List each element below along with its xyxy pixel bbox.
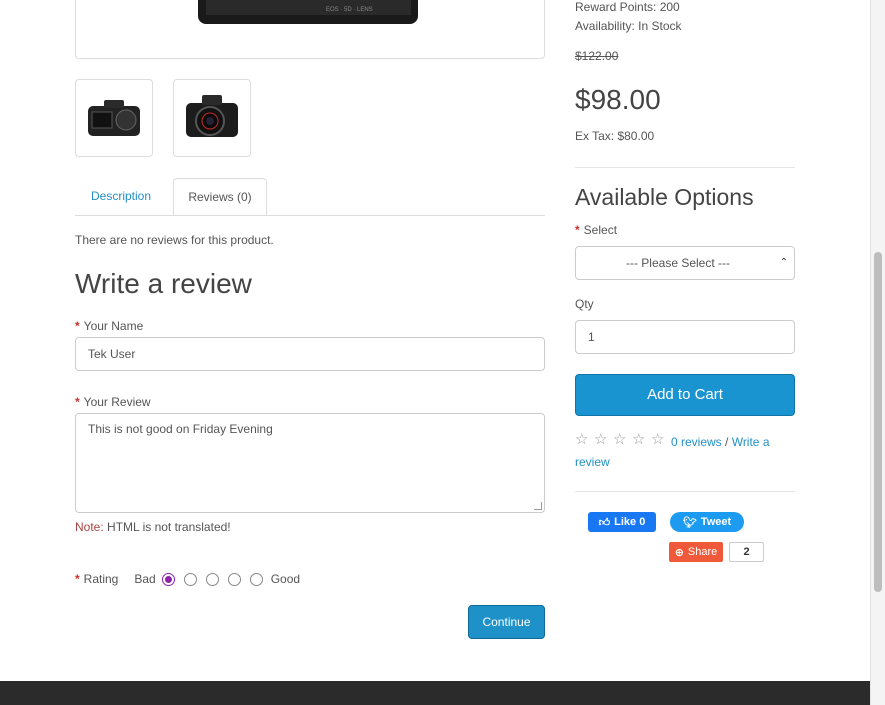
rating-radio-4[interactable] [227, 572, 241, 586]
review-textarea[interactable]: This is not good on Friday Evening [75, 413, 545, 513]
divider [575, 491, 795, 492]
review-label: * Your Review [75, 395, 151, 409]
share-count: 2 [729, 542, 764, 562]
required-marker: * [75, 395, 80, 409]
product-thumbnail-back[interactable] [75, 79, 153, 157]
share-label: Share [687, 546, 718, 558]
select-label: * Select [575, 223, 617, 237]
name-label: * Your Name [75, 319, 143, 333]
availability: Availability: In Stock [575, 19, 682, 33]
camera-back-image [88, 100, 140, 136]
divider [575, 167, 795, 168]
price: $98.00 [575, 84, 661, 115]
facebook-like-label: Like 0 [614, 516, 646, 528]
required-marker: * [75, 319, 80, 333]
add-to-cart-button[interactable]: Add to Cart [575, 374, 795, 416]
qty-input[interactable]: 1 [575, 320, 795, 354]
option-select-value: --- Please Select --- [625, 256, 731, 270]
thumbs-up-icon: 👍︎ [598, 516, 611, 529]
review-textarea-value: This is not good on Friday Evening [88, 422, 273, 436]
note-text: HTML is not translated! [103, 520, 231, 534]
rating-row: * Rating Bad Good [75, 570, 300, 588]
write-review-heading: Write a review [75, 268, 252, 299]
twitter-bird-icon: 🐦︎ [682, 516, 697, 529]
tab-reviews[interactable]: Reviews (0) [173, 178, 267, 216]
review-links: 0 reviews / Write a review [575, 432, 795, 472]
rating-radio-2[interactable] [183, 572, 197, 586]
qty-label: Qty [575, 297, 594, 311]
links-separator: / [721, 435, 732, 449]
camera-front-image [186, 95, 238, 137]
product-thumbnail-front[interactable] [173, 79, 251, 157]
html-note: Note: HTML is not translated! [75, 520, 231, 534]
share-button[interactable]: ⊕ Share [669, 542, 723, 562]
rating-label: Rating [83, 572, 119, 586]
tweet-button[interactable]: 🐦︎ Tweet [670, 512, 744, 532]
share-plus-icon: ⊕ [674, 546, 684, 559]
select-label-text: Select [583, 223, 618, 237]
continue-button[interactable]: Continue [468, 605, 545, 639]
tab-description[interactable]: Description [75, 178, 167, 216]
resize-handle-icon[interactable] [534, 502, 542, 510]
chevron-down-icon: ⌃ [779, 257, 788, 268]
rating-radio-3[interactable] [205, 572, 219, 586]
review-label-text: Your Review [83, 395, 151, 409]
page-footer [0, 681, 870, 705]
scrollbar-thumb[interactable] [874, 252, 882, 592]
svg-text:EOS · 5D · LENS: EOS · 5D · LENS [326, 7, 373, 13]
facebook-like-button[interactable]: 👍︎ Like 0 [588, 512, 656, 532]
reward-points: Reward Points: 200 [575, 0, 680, 14]
ex-tax-price: Ex Tax: $80.00 [575, 129, 655, 143]
tabs-divider [75, 215, 545, 216]
reviews-count-link[interactable]: 0 reviews [671, 435, 722, 449]
main-product-image[interactable]: EOS · 5D · LENS [75, 0, 545, 59]
rating-radio-5[interactable] [249, 572, 263, 586]
available-options-heading: Available Options [575, 184, 754, 210]
required-marker: * [575, 223, 580, 237]
option-select[interactable]: --- Please Select --- ⌃ [575, 246, 795, 280]
tweet-label: Tweet [700, 516, 732, 528]
old-price: $122.00 [575, 49, 619, 63]
name-input[interactable]: Tek User [75, 337, 545, 371]
no-reviews-text: There are no reviews for this product. [75, 233, 274, 247]
note-prefix: Note: [75, 520, 104, 534]
required-marker: * [75, 572, 80, 586]
rating-good-label: Good [270, 572, 301, 586]
rating-radio-1[interactable] [161, 572, 175, 586]
rating-bad-label: Bad [134, 572, 156, 586]
name-label-text: Your Name [83, 319, 144, 333]
